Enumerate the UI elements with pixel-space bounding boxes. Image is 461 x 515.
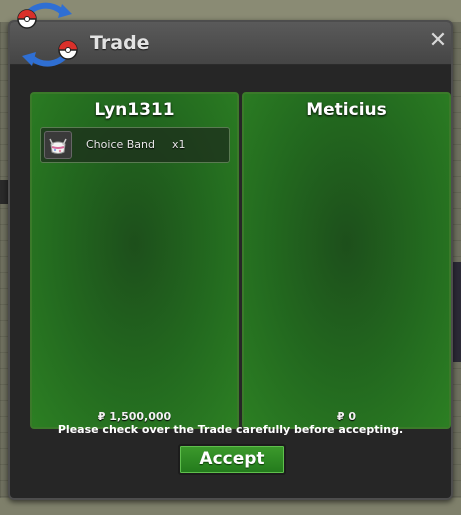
item-quantity: x1 xyxy=(172,138,186,151)
trade-icon xyxy=(12,2,84,68)
money-offer: ₽ 1,500,000 xyxy=(97,410,172,423)
item-name: Choice Band xyxy=(86,138,155,151)
accept-button[interactable]: Accept xyxy=(178,444,286,475)
game-background-bottom xyxy=(0,498,461,515)
game-background-right-edge xyxy=(453,262,461,362)
trade-item-slot[interactable]: Choice Band x1 xyxy=(40,127,230,163)
partner-money-offer: ₽ 0 xyxy=(336,410,357,423)
game-background-left-edge xyxy=(0,180,8,204)
trade-notice: Please check over the Trade carefully be… xyxy=(57,423,404,436)
trade-window: Trade ✕ Lyn1311 Choice Band x1 ₽ 1,500,0… xyxy=(8,20,453,500)
choice-band-icon xyxy=(44,131,72,159)
player-name: Lyn1311 xyxy=(94,100,175,120)
trade-panel-partner: Meticius ₽ 0 xyxy=(242,92,451,429)
partner-name: Meticius xyxy=(306,100,387,120)
close-button[interactable]: ✕ xyxy=(428,30,448,52)
window-title: Trade xyxy=(90,32,150,54)
trade-panel-self: Lyn1311 Choice Band x1 ₽ 1,500,000 xyxy=(30,92,239,429)
